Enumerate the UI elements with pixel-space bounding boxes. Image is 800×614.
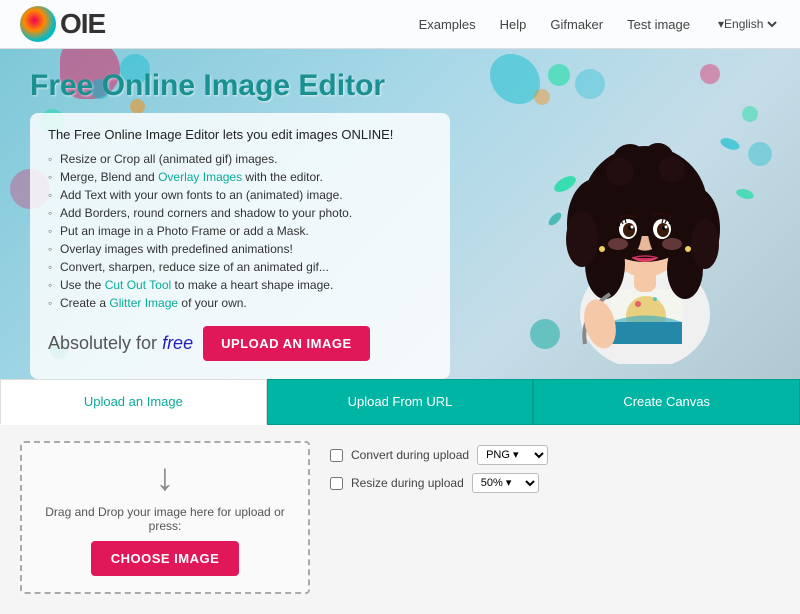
feature-item: Add Borders, round corners and shadow to…: [48, 204, 432, 222]
free-word: free: [162, 333, 193, 353]
overlay-images-link[interactable]: Overlay Images: [158, 170, 242, 184]
feature-item: Overlay images with predefined animation…: [48, 240, 432, 258]
convert-format-select[interactable]: PNG ▾ JPG ▾ GIF ▾ WEBP ▾: [477, 445, 548, 465]
convert-label: Convert during upload: [351, 448, 469, 462]
logo-icon: [20, 6, 56, 42]
feature-list: Resize or Crop all (animated gif) images…: [48, 150, 432, 312]
free-label: Absolutely for free: [48, 333, 193, 354]
hero-intro: The Free Online Image Editor lets you ed…: [48, 127, 432, 142]
logo-area: OIE: [20, 6, 105, 42]
nav-help[interactable]: Help: [500, 17, 527, 32]
feature-item: Use the Cut Out Tool to make a heart sha…: [48, 276, 432, 294]
upload-drop-zone[interactable]: ↓ Drag and Drop your image here for uplo…: [20, 441, 310, 594]
hero-card: The Free Online Image Editor lets you ed…: [30, 113, 450, 379]
feature-item: Merge, Blend and Overlay Images with the…: [48, 168, 432, 186]
resize-option-row: Resize during upload 50% ▾ 25% ▾ 75% ▾ 1…: [330, 473, 548, 493]
hero-section: Free Online Image Editor The Free Online…: [0, 49, 800, 379]
hero-title: Free Online Image Editor: [30, 69, 490, 103]
choose-image-button[interactable]: CHOOSE IMAGE: [91, 541, 240, 576]
logo-text: OIE: [60, 8, 105, 40]
tabs-bar: Upload an Image Upload From URL Create C…: [0, 379, 800, 425]
feature-item: Add Text with your own fonts to an (anim…: [48, 186, 432, 204]
drop-text: Drag and Drop your image here for upload…: [38, 505, 292, 533]
nav-links: Examples Help Gifmaker Test image ▾Engli…: [419, 16, 780, 32]
resize-label: Resize during upload: [351, 476, 464, 490]
tab-upload[interactable]: Upload an Image: [0, 379, 267, 425]
girl-illustration: [510, 54, 780, 364]
hero-left: Free Online Image Editor The Free Online…: [30, 69, 490, 379]
convert-checkbox[interactable]: [330, 449, 343, 462]
drop-arrow-icon: ↓: [156, 459, 175, 497]
nav-gifmaker[interactable]: Gifmaker: [550, 17, 603, 32]
resize-checkbox[interactable]: [330, 477, 343, 490]
convert-option-row: Convert during upload PNG ▾ JPG ▾ GIF ▾ …: [330, 445, 548, 465]
tab-url[interactable]: Upload From URL: [267, 379, 534, 425]
cut-out-link[interactable]: Cut Out Tool: [105, 278, 171, 292]
upload-image-hero-button[interactable]: UPLOAD AN IMAGE: [203, 326, 370, 361]
feature-item: Put an image in a Photo Frame or add a M…: [48, 222, 432, 240]
resize-percent-select[interactable]: 50% ▾ 25% ▾ 75% ▾ 100% ▾: [472, 473, 539, 493]
hero-content: Free Online Image Editor The Free Online…: [0, 69, 800, 379]
nav-test-image[interactable]: Test image: [627, 17, 690, 32]
free-row: Absolutely for free UPLOAD AN IMAGE: [48, 326, 432, 361]
hero-right: [490, 69, 770, 379]
main-area: ↓ Drag and Drop your image here for uplo…: [0, 425, 800, 614]
nav-examples[interactable]: Examples: [419, 17, 476, 32]
feature-item: Convert, sharpen, reduce size of an anim…: [48, 258, 432, 276]
navbar: OIE Examples Help Gifmaker Test image ▾E…: [0, 0, 800, 49]
options-panel: Convert during upload PNG ▾ JPG ▾ GIF ▾ …: [330, 441, 548, 594]
feature-item: Resize or Crop all (animated gif) images…: [48, 150, 432, 168]
feature-item: Create a Glitter Image of your own.: [48, 294, 432, 312]
tab-canvas[interactable]: Create Canvas: [533, 379, 800, 425]
language-select[interactable]: ▾English: [714, 16, 780, 32]
glitter-image-link[interactable]: Glitter Image: [109, 296, 178, 310]
